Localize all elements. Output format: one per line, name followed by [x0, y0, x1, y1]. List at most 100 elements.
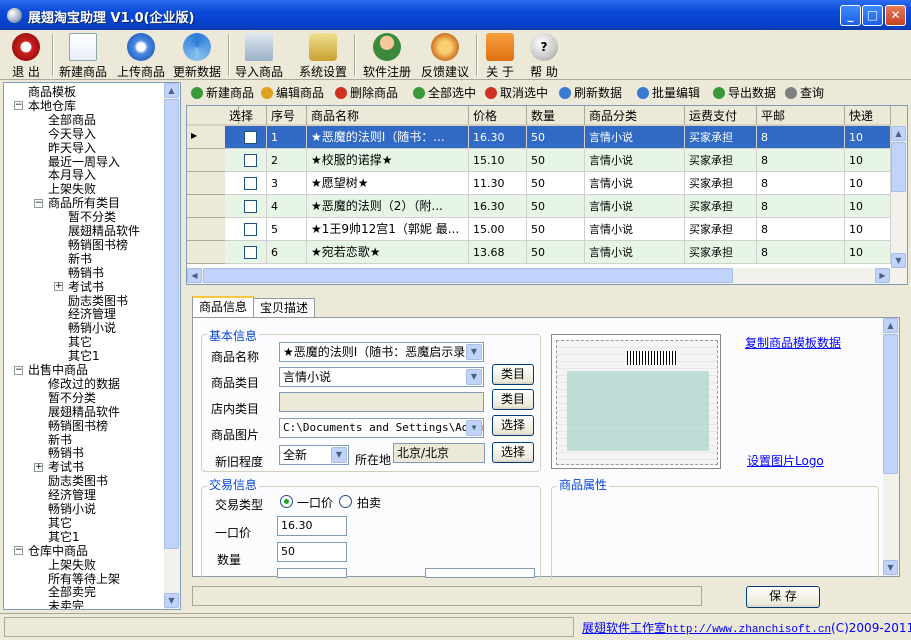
grid-toolbar-button[interactable]: 新建商品 [190, 85, 254, 101]
tree-item[interactable]: 本月导入 [48, 168, 96, 182]
grid-toolbar-button[interactable]: 导出数据 [712, 85, 776, 101]
tree-item[interactable]: 畅销图书榜 [48, 419, 108, 433]
grid-toolbar-button[interactable]: 全部选中 [412, 85, 476, 101]
help-button[interactable]: ? 帮 助 [524, 33, 564, 79]
tree-item[interactable]: 励志类图书 [68, 294, 128, 308]
row-checkbox[interactable] [244, 154, 257, 167]
maximize-button[interactable]: □ [862, 5, 883, 26]
import-button[interactable]: 导入商品 [232, 33, 286, 79]
chevron-down-icon[interactable]: ▼ [466, 369, 482, 385]
scroll-thumb[interactable] [891, 142, 906, 192]
category-button[interactable]: 类目 [492, 364, 534, 385]
tree-item[interactable]: 暂不分类 [48, 391, 96, 405]
chevron-down-icon[interactable]: ▼ [331, 447, 347, 463]
tab-product-info[interactable]: 商品信息 [192, 296, 255, 318]
collapse-icon[interactable]: − [14, 101, 23, 111]
table-row[interactable]: 6 ★宛若恋歌★ 13.68 50 言情小说 买家承担 8 10 [187, 241, 891, 264]
close-button[interactable]: ✕ [885, 5, 906, 26]
tree-item[interactable]: 畅销小说 [48, 502, 96, 516]
scroll-left-button[interactable]: ◀ [187, 268, 202, 283]
tree-item[interactable]: 畅销书 [68, 266, 104, 280]
about-button[interactable]: 关 于 [480, 33, 520, 79]
grid-vscrollbar[interactable]: ▲ ▼ [891, 126, 907, 268]
tree-item[interactable]: 商品模板 [28, 85, 76, 99]
scroll-down-button[interactable]: ▼ [164, 593, 179, 608]
tree-item[interactable]: 展翅精品软件 [48, 405, 120, 419]
image-select-button[interactable]: 选择 [492, 415, 534, 436]
tree-item[interactable]: 修改过的数据 [48, 377, 120, 391]
tree-item[interactable]: 出售中商品 [28, 363, 88, 377]
category-select[interactable]: 言情小说 ▼ [279, 367, 484, 387]
website-link[interactable]: http://www.zhanchisoft.cn [666, 624, 831, 636]
column-header[interactable]: 选择 [225, 106, 267, 126]
grid-hscrollbar[interactable]: ◀ ▶ [187, 268, 907, 284]
chevron-down-icon[interactable]: ▼ [466, 420, 482, 436]
feedback-button[interactable]: 反馈建议 [418, 33, 472, 79]
scroll-up-button[interactable]: ▲ [883, 318, 898, 333]
tree-item[interactable]: 展翅精品软件 [68, 224, 140, 238]
tree-item[interactable]: 仓库中商品 [28, 544, 88, 558]
shop-category-button[interactable]: 类目 [492, 389, 534, 410]
collapse-icon[interactable]: − [34, 198, 43, 208]
row-checkbox[interactable] [244, 131, 257, 144]
tree-item[interactable]: 全部商品 [48, 113, 96, 127]
column-header[interactable]: 商品分类 [585, 106, 685, 126]
scroll-thumb[interactable] [164, 99, 179, 549]
tab-description[interactable]: 宝贝描述 [253, 298, 316, 318]
column-header[interactable]: 快递 [845, 106, 891, 126]
row-checkbox[interactable] [244, 223, 257, 236]
product-name-field[interactable]: ★恶魔的法则Ⅰ（随书：恶魔启示录 ▼ [279, 342, 484, 362]
tree-item[interactable]: 其它 [48, 516, 72, 530]
grid-toolbar-button[interactable]: 查询 [784, 85, 824, 101]
shipping-template-select[interactable] [277, 568, 347, 578]
column-header[interactable]: 平邮 [757, 106, 845, 126]
tree-item[interactable]: 最近一周导入 [48, 155, 120, 169]
tree-item[interactable]: 新书 [48, 433, 72, 447]
table-row[interactable]: 2 ★校服的诺撑★ 15.10 50 言情小说 买家承担 8 10 [187, 149, 891, 172]
tree-item[interactable]: 昨天导入 [48, 141, 96, 155]
tree-item[interactable]: 考试书 [48, 460, 84, 474]
expand-icon[interactable]: + [54, 282, 63, 292]
fixed-price-input[interactable]: 16.30 [277, 516, 347, 536]
scroll-down-button[interactable]: ▼ [883, 560, 898, 575]
copy-template-link[interactable]: 复制商品模板数据 [745, 334, 841, 351]
tree-item[interactable]: 励志类图书 [48, 474, 108, 488]
tree-item[interactable]: 本地仓库 [28, 99, 76, 113]
tree-item[interactable]: 畅销小说 [68, 321, 116, 335]
row-checkbox[interactable] [244, 246, 257, 259]
fixed-price-radio[interactable] [280, 495, 293, 508]
tree-item[interactable]: 其它1 [48, 530, 80, 544]
scroll-down-button[interactable]: ▼ [891, 253, 906, 268]
chevron-down-icon[interactable]: ▼ [466, 344, 482, 360]
image-path-field[interactable]: C:\Documents and Settings\Admin ▼ [279, 418, 484, 438]
new-product-button[interactable]: 新建商品 [56, 33, 110, 79]
grid-toolbar-button[interactable]: 批量编辑 [636, 85, 700, 101]
tree-item[interactable]: 其它 [68, 335, 92, 349]
table-row[interactable]: 5 ★1王9帅12宫1（郭妮 最... 15.00 50 言情小说 买家承担 8 10 [187, 218, 891, 241]
register-button[interactable]: 软件注册 [360, 33, 414, 79]
studio-link[interactable]: 展翅软件工作室 [582, 621, 666, 635]
tree-item[interactable]: 上架失败 [48, 182, 96, 196]
tree-item[interactable]: 经济管理 [68, 307, 116, 321]
collapse-icon[interactable]: − [14, 546, 23, 556]
row-checkbox[interactable] [244, 177, 257, 190]
expand-icon[interactable]: + [34, 462, 43, 472]
location-field[interactable]: 北京/北京 [393, 443, 485, 463]
settings-button[interactable]: 系统设置 [296, 33, 350, 79]
scroll-up-button[interactable]: ▲ [164, 83, 179, 98]
hscroll-thumb[interactable] [203, 268, 733, 283]
upload-button[interactable]: 上传商品 [114, 33, 168, 79]
tree-vscrollbar[interactable]: ▲ ▼ [164, 83, 180, 609]
tree-item[interactable]: 畅销书 [48, 446, 84, 460]
tree-item[interactable]: 今天导入 [48, 127, 96, 141]
scroll-thumb[interactable] [883, 334, 898, 474]
column-header[interactable]: 价格 [469, 106, 527, 126]
update-data-button[interactable]: 更新数据 [170, 33, 224, 79]
table-row[interactable]: 4 ★恶魔的法则（2）（附... 16.30 50 言情小说 买家承担 8 10 [187, 195, 891, 218]
tree-item[interactable]: 新书 [68, 252, 92, 266]
column-header[interactable]: 数量 [527, 106, 585, 126]
set-logo-link[interactable]: 设置图片Logo [747, 452, 824, 469]
quantity-stepper[interactable]: 50 [277, 542, 347, 562]
save-button[interactable]: 保 存 [746, 586, 820, 608]
scroll-up-button[interactable]: ▲ [891, 126, 906, 141]
